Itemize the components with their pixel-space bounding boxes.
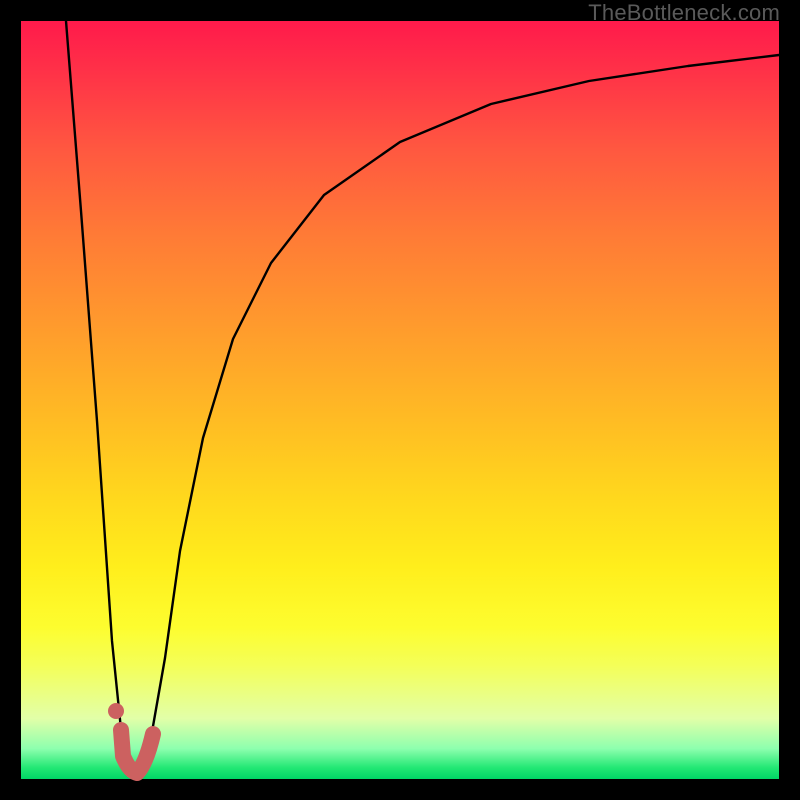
bottleneck-curve	[66, 21, 779, 771]
highlight-segment	[121, 730, 153, 773]
chart-frame: TheBottleneck.com	[0, 0, 800, 800]
plot-area	[21, 21, 779, 779]
watermark-text: TheBottleneck.com	[588, 0, 780, 26]
chart-svg	[21, 21, 779, 779]
highlight-dot	[108, 703, 124, 719]
